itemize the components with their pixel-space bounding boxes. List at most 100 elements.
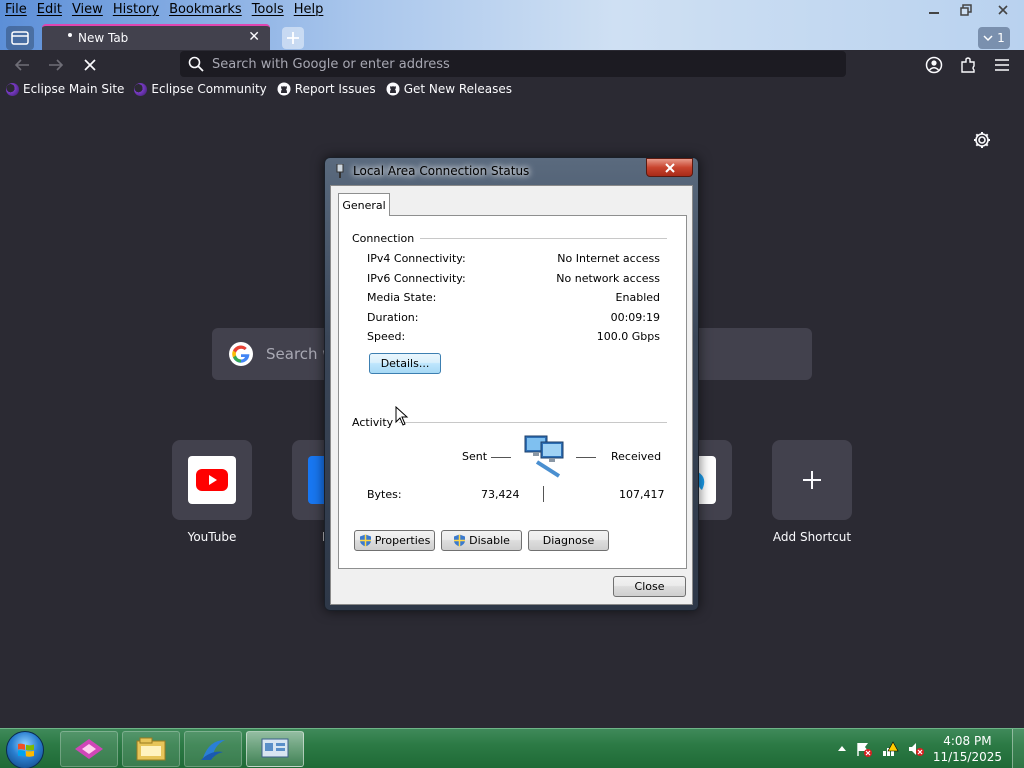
- taskbar-firefox[interactable]: [60, 731, 118, 767]
- bytes-received-value: 107,417: [619, 488, 665, 501]
- newtab-settings-button[interactable]: [972, 130, 994, 152]
- duration-value: 00:09:19: [610, 311, 660, 324]
- shortcut-tile: [772, 440, 852, 520]
- window-close-button[interactable]: [982, 0, 1024, 19]
- firefox-view-icon: [11, 31, 29, 45]
- details-button[interactable]: Details...: [369, 353, 441, 374]
- network-activity-icon: [524, 435, 564, 478]
- plus-icon: [803, 471, 821, 489]
- tab-strip: New Tab ✕ 1: [0, 24, 1024, 50]
- youtube-icon: [188, 456, 236, 504]
- dialog-client-area: General Connection IPv4 Connectivity: No…: [330, 185, 693, 605]
- network-status-icon[interactable]: [881, 741, 899, 757]
- ipv4-label: IPv4 Connectivity:: [367, 252, 466, 265]
- file-explorer-icon: [136, 737, 166, 761]
- menu-edit[interactable]: Edit: [32, 0, 67, 20]
- extensions-button[interactable]: [956, 54, 980, 76]
- ipv4-value: No Internet access: [557, 252, 660, 265]
- received-dash: [576, 457, 596, 458]
- activity-group-label: Activity: [352, 416, 400, 429]
- windows-taskbar: 4:08 PM 11/15/2025: [0, 728, 1024, 768]
- menu-tools[interactable]: Tools: [247, 0, 289, 20]
- network-connections-icon: [261, 738, 289, 758]
- shortcut-label: Add Shortcut: [772, 530, 852, 544]
- stop-button[interactable]: [78, 54, 102, 76]
- minimize-button[interactable]: [918, 0, 950, 19]
- back-button[interactable]: [10, 54, 34, 76]
- firefox-view-button[interactable]: [6, 26, 34, 50]
- tab-count: 1: [997, 31, 1005, 45]
- taskbar-file-explorer[interactable]: [122, 731, 180, 767]
- show-hidden-icons-chevron-up-icon[interactable]: [837, 744, 847, 754]
- menu-bookmarks[interactable]: Bookmarks: [164, 0, 247, 20]
- account-icon: [925, 56, 943, 74]
- media-state-label: Media State:: [367, 291, 437, 304]
- shortcut-tile: [172, 440, 252, 520]
- taskbar-eclipse-ide[interactable]: [184, 731, 242, 767]
- forward-button[interactable]: [44, 54, 68, 76]
- system-tray: 4:08 PM 11/15/2025: [837, 729, 1002, 768]
- shortcut-add[interactable]: Add Shortcut: [772, 440, 852, 544]
- stop-icon: [84, 59, 96, 71]
- network-cable-icon: [336, 164, 344, 178]
- eclipse-ide-icon: [201, 740, 225, 760]
- account-button[interactable]: [922, 54, 946, 76]
- shortcut-youtube[interactable]: YouTube: [172, 440, 252, 544]
- show-desktop-button[interactable]: [1012, 729, 1024, 768]
- eclipse-icon: [134, 82, 148, 96]
- windows-logo-icon: [18, 743, 34, 757]
- navigation-toolbar: [0, 50, 1024, 78]
- bookmarks-toolbar: Eclipse Main Site Eclipse Community Repo…: [0, 78, 1024, 100]
- address-bar[interactable]: [180, 51, 846, 77]
- volume-muted-icon[interactable]: [907, 741, 925, 757]
- diagnose-button[interactable]: Diagnose: [528, 530, 609, 551]
- start-button[interactable]: [6, 731, 44, 768]
- close-icon: [664, 162, 675, 173]
- url-input[interactable]: [212, 56, 812, 72]
- speed-label: Speed:: [367, 330, 406, 343]
- tab-new-tab[interactable]: New Tab ✕: [42, 24, 270, 50]
- tab-title: New Tab: [78, 31, 129, 45]
- general-tab-panel: Connection IPv4 Connectivity: No Interne…: [338, 215, 687, 569]
- ipv6-label: IPv6 Connectivity:: [367, 272, 466, 285]
- properties-button[interactable]: Properties: [354, 530, 435, 551]
- eclipse-icon: [6, 82, 19, 96]
- chevron-down-icon: [983, 35, 993, 42]
- bookmark-get-new-releases[interactable]: Get New Releases: [386, 82, 512, 96]
- restore-icon: [960, 3, 972, 16]
- speed-value: 100.0 Gbps: [596, 330, 660, 343]
- app-menu-button[interactable]: [990, 54, 1014, 76]
- disable-button[interactable]: Disable: [441, 530, 522, 551]
- list-all-tabs-button[interactable]: 1: [978, 27, 1010, 49]
- menu-help[interactable]: Help: [289, 0, 329, 20]
- connection-divider: [409, 238, 667, 239]
- menu-view[interactable]: View: [67, 0, 108, 20]
- clock-time: 4:08 PM: [943, 734, 992, 748]
- bookmark-eclipse-main-site[interactable]: Eclipse Main Site: [6, 82, 124, 96]
- menu-history[interactable]: History: [108, 0, 164, 20]
- sent-label: Sent: [462, 450, 488, 463]
- bookmark-report-issues[interactable]: Report Issues: [277, 82, 376, 96]
- window-controls: [918, 0, 1024, 19]
- github-icon: [277, 82, 291, 96]
- new-tab-button[interactable]: [282, 27, 304, 49]
- tab-close-button[interactable]: ✕: [248, 29, 260, 45]
- disable-label: Disable: [469, 534, 510, 547]
- dialog-close-button[interactable]: [646, 158, 693, 177]
- connection-group-label: Connection: [352, 232, 421, 245]
- restore-button[interactable]: [950, 0, 982, 19]
- tab-general[interactable]: General: [338, 193, 390, 216]
- bookmark-label: Get New Releases: [403, 82, 513, 96]
- bookmark-eclipse-community[interactable]: Eclipse Community: [134, 82, 267, 96]
- bytes-sent-value: 73,424: [481, 488, 520, 501]
- bookmark-label: Report Issues: [294, 82, 376, 96]
- taskbar-clock[interactable]: 4:08 PM 11/15/2025: [933, 733, 1002, 765]
- local-area-connection-status-dialog: Local Area Connection Status General Con…: [324, 157, 699, 611]
- taskbar-network-connections[interactable]: [246, 731, 304, 767]
- search-icon: [188, 56, 204, 72]
- close-button[interactable]: Close: [613, 576, 686, 597]
- activity-divider: [395, 422, 667, 423]
- gear-icon: [974, 132, 990, 148]
- menu-file[interactable]: File: [0, 0, 32, 20]
- action-center-flag-icon[interactable]: [855, 741, 873, 757]
